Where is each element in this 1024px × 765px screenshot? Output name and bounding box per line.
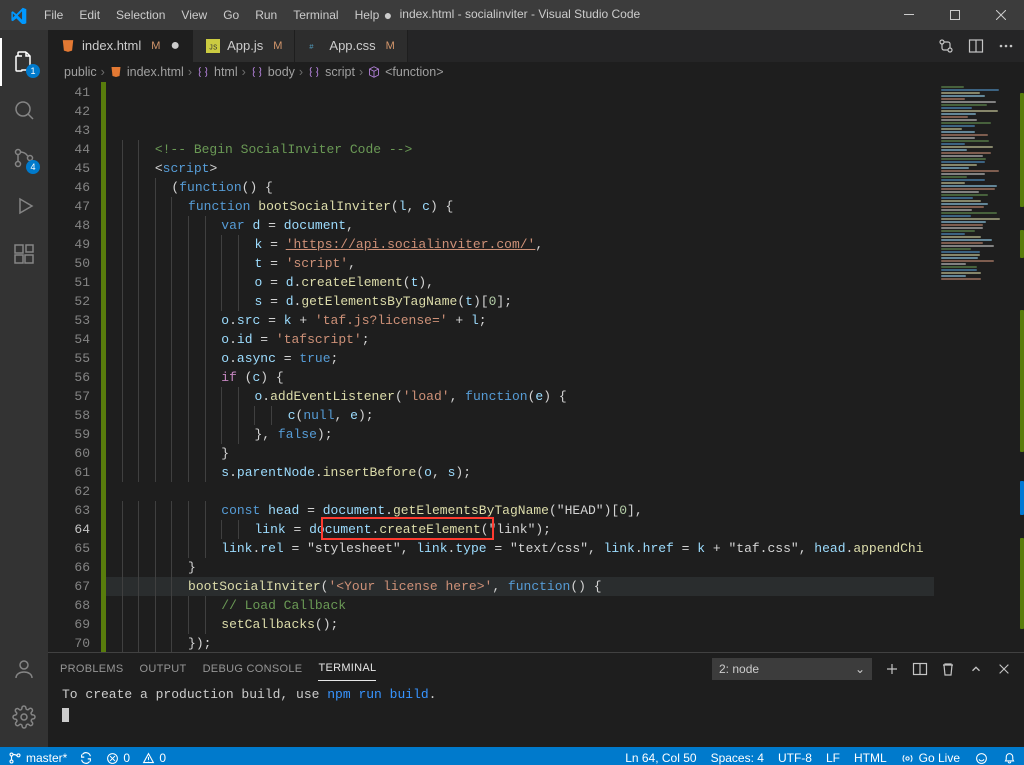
line-gutter: 4142434445464748495051525354555657585960… <box>48 82 104 652</box>
explorer-badge: 1 <box>26 64 40 78</box>
tab-modified-badge: M <box>151 40 160 52</box>
tab-modified-badge: M <box>386 40 395 52</box>
status-cursor[interactable]: Ln 64, Col 50 <box>625 751 696 765</box>
error-icon <box>105 751 119 765</box>
compare-changes-icon[interactable] <box>938 38 954 54</box>
status-bell[interactable] <box>1002 751 1016 765</box>
maximize-panel-icon[interactable] <box>968 661 984 677</box>
kill-terminal-icon[interactable] <box>940 661 956 677</box>
activity-bar: 1 4 <box>0 30 48 747</box>
symbol-icon <box>250 65 264 79</box>
tab-app-js[interactable]: JS App.js M <box>193 30 295 62</box>
minimap[interactable] <box>934 82 1024 652</box>
js-file-icon: JS <box>205 38 221 54</box>
more-actions-icon[interactable] <box>998 38 1014 54</box>
menu-selection[interactable]: Selection <box>108 0 173 30</box>
tab-label: index.html <box>82 38 141 53</box>
svg-text:JS: JS <box>209 44 217 52</box>
panel-tab-debug[interactable]: DEBUG CONSOLE <box>203 657 303 681</box>
maximize-button[interactable] <box>932 0 978 30</box>
tabs-actions <box>938 30 1024 62</box>
activity-search[interactable] <box>0 86 48 134</box>
bell-icon <box>1002 751 1016 765</box>
svg-text:#: # <box>310 44 315 52</box>
panel-tabs: PROBLEMS OUTPUT DEBUG CONSOLE TERMINAL 2… <box>48 653 1024 685</box>
html-file-icon <box>60 38 76 54</box>
html-file-icon <box>109 65 123 79</box>
chevron-down-icon: ⌄ <box>855 662 865 676</box>
broadcast-icon <box>901 751 915 765</box>
editor[interactable]: 4142434445464748495051525354555657585960… <box>48 82 1024 652</box>
status-eol[interactable]: LF <box>826 751 840 765</box>
split-terminal-icon[interactable] <box>912 661 928 677</box>
editor-tabs: index.html M ● JS App.js M # App.css M <box>48 30 1024 62</box>
dirty-dot-icon: ● <box>384 7 396 23</box>
branch-icon <box>8 751 22 765</box>
tab-label: App.css <box>329 38 375 53</box>
status-feedback[interactable] <box>974 751 988 765</box>
status-language[interactable]: HTML <box>854 751 887 765</box>
tab-modified-badge: M <box>273 40 282 52</box>
status-bar: master* 0 0 Ln 64, Col 50 Spaces: 4 UTF-… <box>0 747 1024 765</box>
window-controls <box>886 0 1024 30</box>
tab-dirty-icon: ● <box>170 37 180 55</box>
panel-tab-output[interactable]: OUTPUT <box>140 657 187 681</box>
feedback-icon <box>974 751 988 765</box>
close-button[interactable] <box>978 0 1024 30</box>
terminal-output[interactable]: To create a production build, use npm ru… <box>48 685 1024 747</box>
panel-tab-terminal[interactable]: TERMINAL <box>318 656 376 681</box>
code-area[interactable]: <!-- Begin SocialInviter Code --> <scrip… <box>104 82 934 652</box>
css-file-icon: # <box>307 38 323 54</box>
activity-extensions[interactable] <box>0 230 48 278</box>
activity-settings[interactable] <box>0 693 48 741</box>
menu-view[interactable]: View <box>173 0 215 30</box>
panel: PROBLEMS OUTPUT DEBUG CONSOLE TERMINAL 2… <box>48 652 1024 747</box>
menu-terminal[interactable]: Terminal <box>285 0 346 30</box>
sync-icon <box>79 751 93 765</box>
editor-region: index.html M ● JS App.js M # App.css M <box>48 30 1024 747</box>
activity-explorer[interactable]: 1 <box>0 38 48 86</box>
terminal-selector[interactable]: 2: node⌄ <box>712 658 872 680</box>
tab-label: App.js <box>227 38 263 53</box>
scm-badge: 4 <box>26 160 40 174</box>
status-branch[interactable]: master* <box>8 751 67 765</box>
title-bar: File Edit Selection View Go Run Terminal… <box>0 0 1024 30</box>
tab-app-css[interactable]: # App.css M <box>295 30 407 62</box>
split-editor-icon[interactable] <box>968 38 984 54</box>
tab-index-html[interactable]: index.html M ● <box>48 30 193 62</box>
vscode-logo-icon <box>0 7 36 24</box>
activity-account[interactable] <box>0 645 48 693</box>
close-panel-icon[interactable] <box>996 661 1012 677</box>
symbol-icon <box>196 65 210 79</box>
panel-tab-problems[interactable]: PROBLEMS <box>60 657 124 681</box>
warning-icon <box>141 751 155 765</box>
new-terminal-icon[interactable] <box>884 661 900 677</box>
menu-go[interactable]: Go <box>215 0 247 30</box>
breadcrumb[interactable]: public› index.html› html› body› script› … <box>48 62 1024 82</box>
menu-file[interactable]: File <box>36 0 71 30</box>
menu-bar: File Edit Selection View Go Run Terminal… <box>36 0 387 30</box>
status-encoding[interactable]: UTF-8 <box>778 751 812 765</box>
status-spaces[interactable]: Spaces: 4 <box>711 751 764 765</box>
cube-icon <box>367 65 381 79</box>
status-sync[interactable] <box>79 751 93 765</box>
menu-edit[interactable]: Edit <box>71 0 108 30</box>
window-title: ● index.html - socialinviter - Visual St… <box>384 7 640 23</box>
minimize-button[interactable] <box>886 0 932 30</box>
menu-help[interactable]: Help <box>347 0 388 30</box>
activity-scm[interactable]: 4 <box>0 134 48 182</box>
status-golive[interactable]: Go Live <box>901 751 960 765</box>
status-problems[interactable]: 0 0 <box>105 751 166 765</box>
symbol-icon <box>307 65 321 79</box>
menu-run[interactable]: Run <box>247 0 285 30</box>
activity-debug[interactable] <box>0 182 48 230</box>
terminal-cursor <box>62 708 69 722</box>
